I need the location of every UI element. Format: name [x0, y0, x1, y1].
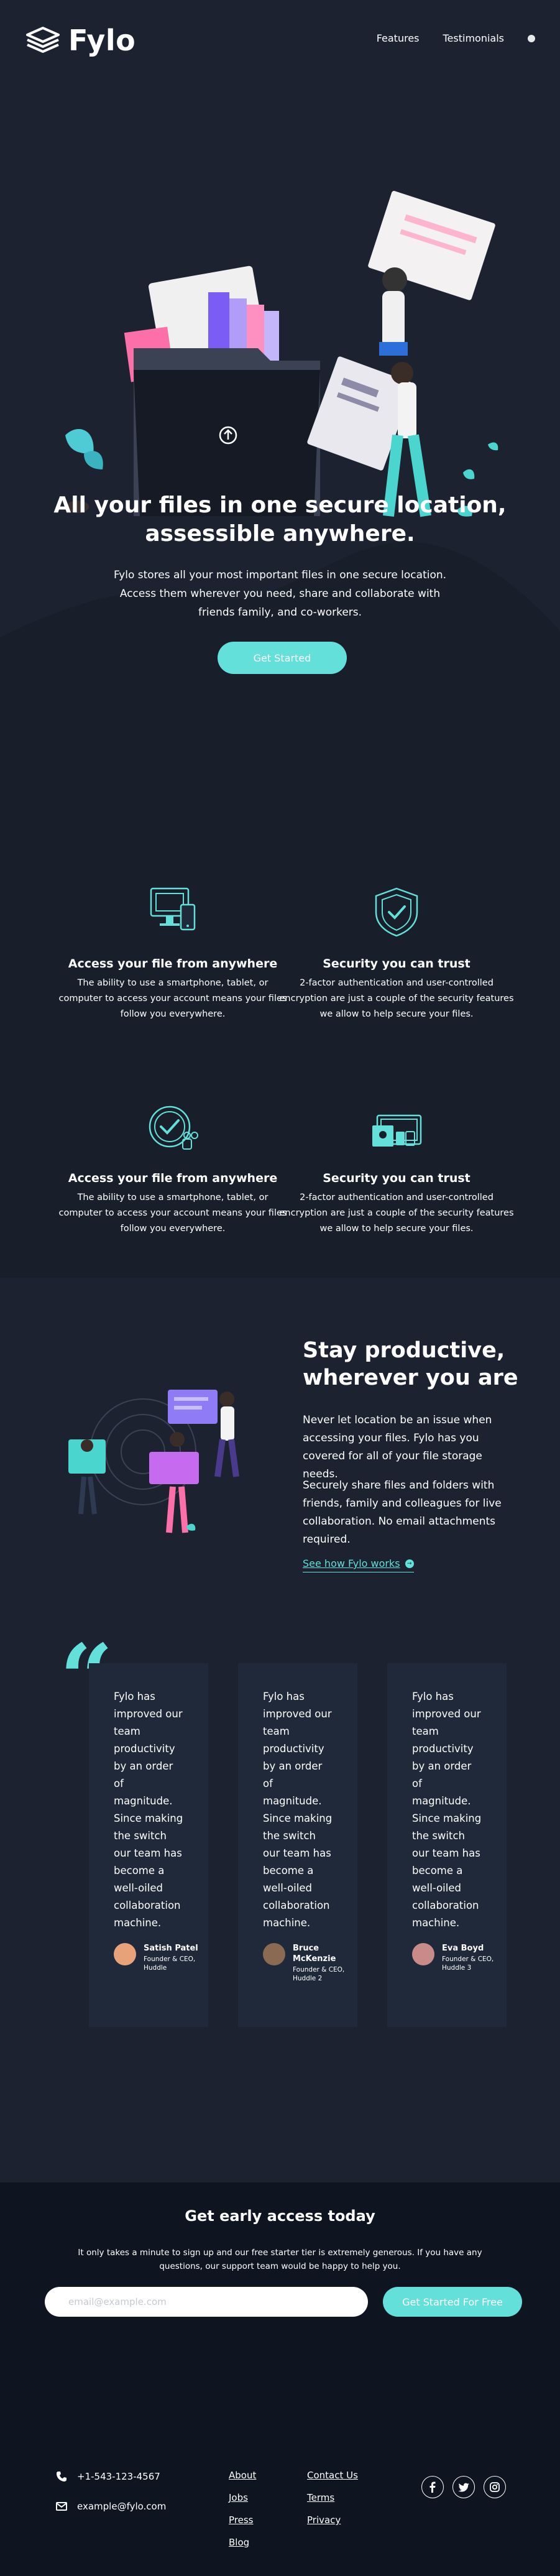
nav-link-features[interactable]: Features [377, 32, 420, 44]
footer-link-jobs[interactable]: Jobs [229, 2492, 248, 2503]
productive-paragraph: Never let location be an issue when acce… [303, 1414, 492, 1480]
site-footer: +1-543-123-4567 example@fylo.com About J… [0, 2345, 560, 2576]
feature-card: Security you can trust 2-factor authenti… [278, 886, 515, 1022]
site-header: Fylo Features Testimonials [0, 0, 560, 81]
feature-text: 2-factor authentication and user-control… [279, 978, 514, 1019]
feature-card: Security you can trust 2-factor authenti… [278, 1101, 515, 1237]
author-role: Founder & CEO, Huddle 3 [442, 1955, 494, 1972]
twitter-icon[interactable] [452, 2476, 475, 2498]
early-access-section: Get early access today It only takes a m… [0, 2182, 560, 2345]
footer-link-press[interactable]: Press [229, 2514, 253, 2526]
email-icon [56, 2502, 67, 2511]
hero-title-line2: assessible anywhere. [145, 521, 415, 547]
collaboration-icon [149, 1106, 198, 1150]
productive-title: Stay productive, wherever you are [303, 1338, 518, 1390]
testimonial-text: Fylo has improved our team productivity … [263, 1691, 333, 1929]
hero-illustration [65, 191, 498, 517]
feature-title: Access your file from anywhere [68, 957, 278, 971]
productive-illustration [68, 1390, 239, 1533]
cta-text: It only takes a minute to sign up and ou… [78, 2248, 482, 2271]
see-how-fylo-works-link[interactable]: See how Fylo works → [303, 1558, 414, 1572]
get-started-free-button[interactable]: Get Started For Free [383, 2287, 522, 2317]
footer-link-terms[interactable]: Terms [307, 2492, 334, 2503]
productive-paragraph: Securely share files and folders with fr… [303, 1479, 502, 1546]
contact-email: example@fylo.com [56, 2501, 166, 2512]
logo[interactable]: Fylo [25, 24, 135, 57]
shield-icon [375, 887, 418, 937]
folder-store-icon [372, 1114, 422, 1147]
main-nav: Features Testimonials [377, 32, 535, 44]
features-section: Access your file from anywhere The abili… [0, 799, 560, 1278]
avatar [263, 1943, 285, 1965]
contact-phone: +1-543-123-4567 [56, 2471, 160, 2482]
author-role: Founder & CEO, Huddle 2 [293, 1966, 345, 1982]
hero-title: All your files in one secure location, a… [0, 491, 560, 548]
feature-card: Access your file from anywhere The abili… [55, 886, 291, 1022]
cta-title: Get early access today [185, 2207, 375, 2225]
hero-section: All your files in one secure location, a… [0, 81, 560, 799]
feature-card: Access your file from anywhere The abili… [55, 1101, 291, 1237]
testimonial-author: Satish Patel Founder & CEO, Huddle [114, 1943, 208, 1972]
logo-text: Fylo [68, 24, 136, 57]
feature-text: The ability to use a smartphone, tablet,… [58, 1193, 287, 1234]
author-role: Founder & CEO, Huddle [144, 1955, 196, 1972]
phone-number: +1-543-123-4567 [77, 2471, 160, 2482]
see-how-link-label: See how Fylo works [303, 1558, 400, 1569]
email-input[interactable] [45, 2287, 368, 2317]
productive-section: Stay productive, wherever you are Never … [0, 1278, 560, 1632]
footer-link-blog[interactable]: Blog [229, 2537, 249, 2548]
testimonial-text: Fylo has improved our team productivity … [412, 1691, 482, 1929]
devices-icon [150, 887, 196, 931]
facebook-icon[interactable] [421, 2476, 444, 2498]
instagram-icon[interactable] [484, 2476, 506, 2498]
testimonial-card: Fylo has improved our team productivity … [238, 1663, 357, 2027]
testimonial-text: Fylo has improved our team productivity … [114, 1691, 183, 1929]
feature-title: Access your file from anywhere [68, 1171, 278, 1185]
testimonial-author: Eva Boyd Founder & CEO, Huddle 3 [412, 1943, 507, 1972]
theme-toggle-icon[interactable] [528, 34, 535, 42]
logo-icon [26, 27, 60, 53]
feature-text: 2-factor authentication and user-control… [279, 1193, 514, 1234]
author-name: Satish Patel [144, 1944, 198, 1953]
avatar [114, 1943, 136, 1965]
author-name: Eva Boyd [442, 1944, 484, 1953]
phone-icon [57, 2472, 67, 2481]
nav-link-testimonials[interactable]: Testimonials [443, 32, 505, 44]
email-address: example@fylo.com [77, 2501, 167, 2512]
footer-link-contact-us[interactable]: Contact Us [307, 2470, 358, 2481]
get-started-button[interactable]: Get Started [218, 642, 347, 674]
hero-title-line1: All your files in one secure location, [53, 492, 507, 518]
footer-link-about[interactable]: About [229, 2470, 256, 2481]
testimonial-author: Bruce McKenzie Founder & CEO, Huddle 2 [263, 1943, 357, 1983]
avatar [412, 1943, 434, 1965]
feature-title: Security you can trust [323, 1171, 470, 1185]
footer-link-privacy[interactable]: Privacy [307, 2514, 341, 2526]
testimonial-card: Fylo has improved our team productivity … [89, 1663, 208, 2027]
feature-text: The ability to use a smartphone, tablet,… [58, 978, 287, 1019]
testimonial-card: Fylo has improved our team productivity … [387, 1663, 507, 2027]
hero-description: Fylo stores all your most important file… [113, 569, 447, 619]
author-name: Bruce McKenzie [293, 1944, 336, 1964]
feature-title: Security you can trust [323, 957, 470, 971]
arrow-right-icon: → [405, 1559, 414, 1568]
